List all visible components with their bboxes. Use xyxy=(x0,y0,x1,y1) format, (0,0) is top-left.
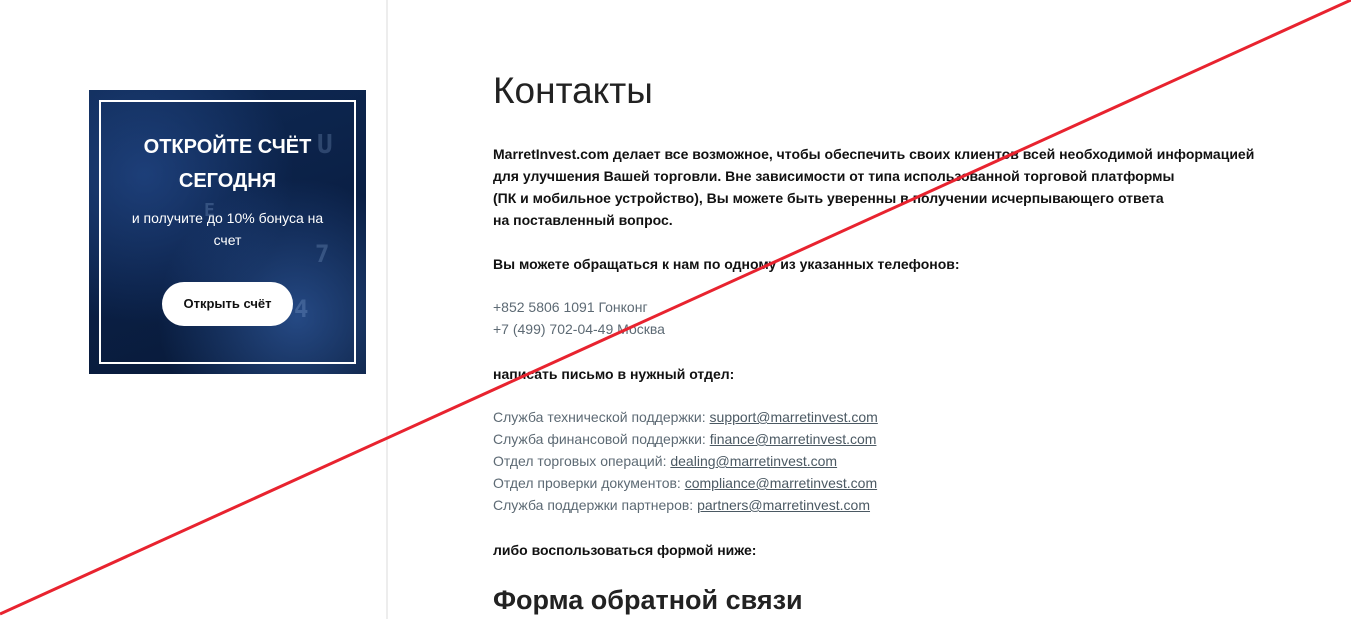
promo-banner: U 7 4 E ОТКРОЙТЕ СЧЁТ СЕГОДНЯ и получите… xyxy=(89,90,366,374)
email-label: Служба поддержки партнеров: xyxy=(493,497,698,513)
intro-line: для улучшения Вашей торговли. Вне зависи… xyxy=(493,168,1175,184)
page-title: Контакты xyxy=(493,70,653,111)
email-list: Служба технической поддержки: support@ma… xyxy=(493,406,878,516)
form-note: либо воспользоваться формой ниже: xyxy=(493,542,757,558)
email-row: Служба финансовой поддержки: finance@mar… xyxy=(493,428,878,450)
intro-paragraph: MarretInvest.com делает все возможное, ч… xyxy=(493,143,1254,231)
intro-line: на поставленный вопрос. xyxy=(493,212,673,228)
email-link[interactable]: partners@marretinvest.com xyxy=(697,497,870,513)
email-label: Отдел торговых операций: xyxy=(493,453,671,469)
email-row: Отдел торговых операций: dealing@marreti… xyxy=(493,450,878,472)
email-label: Служба технической поддержки: xyxy=(493,409,710,425)
email-link[interactable]: finance@marretinvest.com xyxy=(710,431,877,447)
feedback-form-title: Форма обратной связи xyxy=(493,585,803,615)
promo-title-line-2: СЕГОДНЯ xyxy=(178,170,277,192)
email-link[interactable]: dealing@marretinvest.com xyxy=(670,453,837,469)
email-label: Служба финансовой поддержки: xyxy=(493,431,710,447)
email-row: Служба технической поддержки: support@ma… xyxy=(493,406,878,428)
email-row: Отдел проверки документов: compliance@ma… xyxy=(493,472,878,494)
email-link[interactable]: support@marretinvest.com xyxy=(710,409,878,425)
phone-item: +7 (499) 702-04-49 Москва xyxy=(493,321,665,337)
intro-line: (ПК и мобильное устройство), Вы можете б… xyxy=(493,190,1164,206)
promo-title-line-1: ОТКРОЙТЕ СЧЁТ xyxy=(143,136,312,158)
promo-subtitle: и получите до 10% бонуса на счет xyxy=(131,210,324,248)
intro-line: MarretInvest.com делает все возможное, ч… xyxy=(493,146,1255,162)
email-label: Отдел проверки документов: xyxy=(493,475,685,491)
phones-heading: Вы можете обращаться к нам по одному из … xyxy=(493,256,960,272)
column-divider xyxy=(386,0,388,619)
sidebar: U 7 4 E ОТКРОЙТЕ СЧЁТ СЕГОДНЯ и получите… xyxy=(0,0,386,619)
promo-title: ОТКРОЙТЕ СЧЁТ СЕГОДНЯ xyxy=(89,130,366,198)
email-heading: написать письмо в нужный отдел: xyxy=(493,366,735,382)
open-account-button[interactable]: Открыть счёт xyxy=(162,282,293,326)
phone-list: +852 5806 1091 Гонконг +7 (499) 702-04-4… xyxy=(493,296,665,340)
email-link[interactable]: compliance@marretinvest.com xyxy=(685,475,877,491)
phone-item: +852 5806 1091 Гонконг xyxy=(493,299,648,315)
email-row: Служба поддержки партнеров: partners@mar… xyxy=(493,494,878,516)
